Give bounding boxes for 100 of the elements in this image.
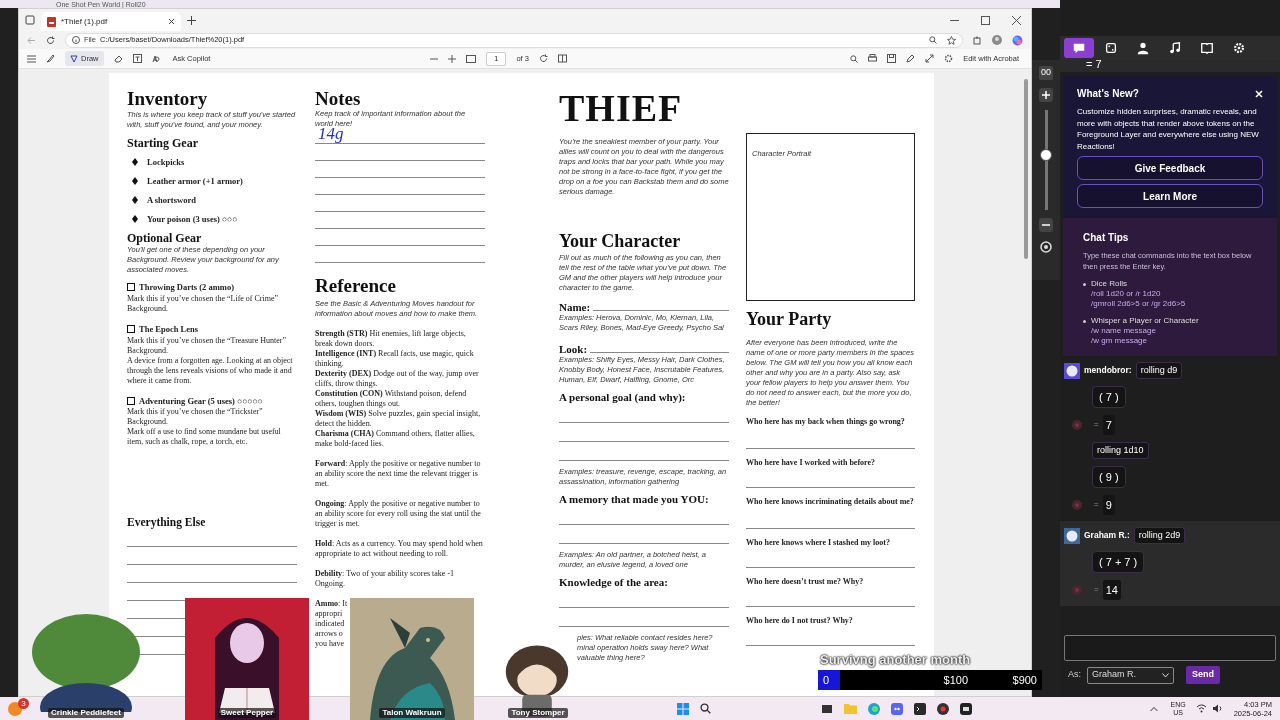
settings-icon[interactable] — [944, 54, 954, 63]
person-icon — [1136, 41, 1150, 55]
checkbox[interactable] — [127, 396, 135, 405]
close-icon[interactable] — [1012, 15, 1021, 25]
start-icon[interactable] — [677, 702, 690, 715]
section-heading: Starting Gear — [127, 136, 199, 150]
copilot-icon[interactable] — [1012, 34, 1023, 46]
book-icon — [1200, 41, 1214, 55]
avatar-icon — [1064, 527, 1080, 544]
sender-name: Graham R.: — [1084, 529, 1130, 542]
card-button[interactable]: Learn More — [1077, 184, 1263, 208]
read-aloud-icon[interactable] — [151, 54, 163, 63]
eraser-icon[interactable] — [113, 54, 123, 63]
roll-label: rolling 2d9 — [1133, 527, 1186, 544]
caret-icon — [1162, 672, 1169, 678]
zoom-slider-thumb[interactable] — [1039, 149, 1052, 162]
target-icon[interactable] — [1039, 239, 1053, 254]
dice-icon — [1104, 41, 1118, 55]
card-text: Customize hidden surprises, dramatic reveals, and more with objects that render above tokens on the Foreground Layer and everywhere else using NEW Reactions! — [1077, 106, 1260, 152]
roll-total: 7 — [1102, 415, 1115, 435]
term-fragment: you have — [315, 639, 346, 649]
card-button[interactable]: Give Feedback — [1077, 156, 1263, 180]
stat-description: Intelligence (INT) Recall facts, use magic, quick thinking. — [315, 349, 475, 369]
checkbox[interactable] — [127, 325, 135, 334]
search-icon[interactable] — [929, 36, 938, 44]
app-icon[interactable] — [960, 702, 973, 715]
dice-roll: ( 7 + 7 ) — [1092, 551, 1145, 573]
task-view-icon[interactable] — [821, 702, 834, 715]
gear-item: A shortsword — [147, 193, 196, 207]
command-text: /w gm message — [1091, 336, 1149, 346]
print-icon[interactable] — [868, 54, 878, 63]
search-icon[interactable] — [700, 703, 712, 714]
page-view-icon[interactable] — [557, 54, 567, 63]
checkbox[interactable] — [127, 283, 135, 292]
save-icon[interactable] — [887, 54, 897, 63]
command-text: /gmroll 2d6>5 or /gr 2d6>5 — [1091, 299, 1186, 309]
refresh-icon[interactable] — [45, 35, 55, 45]
maximize-icon[interactable] — [981, 15, 990, 25]
section-heading: Everything Else — [127, 515, 207, 530]
profile-icon[interactable] — [992, 35, 1003, 45]
equals-sign: = — [1094, 584, 1099, 596]
diamond-bullet-icon — [132, 196, 138, 204]
streamer-name: Tony Stomper — [508, 708, 568, 718]
zoom-out-icon[interactable] — [1039, 217, 1053, 232]
goal-title: Survivng another month — [820, 651, 971, 670]
fit-page-icon[interactable] — [466, 54, 477, 63]
puzzle-icon[interactable] — [973, 35, 983, 45]
gear-option-text: A device from a forgotten age. Looking at an object through the lens reveals visions of who made it and where it came from. — [127, 355, 294, 386]
roll-label: rolling 1d10 — [1092, 442, 1149, 459]
text-box-icon[interactable] — [132, 54, 142, 63]
gear-option-title: The Epoch Lens — [139, 322, 199, 336]
browser-tab[interactable]: *Thief (1).pdf — [41, 12, 181, 31]
wifi-icon[interactable] — [1195, 704, 1207, 713]
speaker-label: As: — [1068, 668, 1081, 682]
diamond-bullet-icon — [132, 215, 138, 223]
expand-icon[interactable] — [925, 54, 935, 63]
weather-icon[interactable] — [8, 701, 22, 716]
chat-input-field[interactable] — [1064, 635, 1276, 661]
term-fragment: Ammo: It — [315, 599, 349, 609]
sender-name: mendobror: — [1084, 364, 1132, 377]
command-text: /w name message — [1091, 326, 1157, 336]
app-icon[interactable] — [937, 702, 950, 715]
gear-option-title: Throwing Darts (2 ammo) — [139, 281, 234, 294]
terminal-icon[interactable] — [914, 702, 927, 715]
field-label: Look: — [559, 343, 588, 355]
zoom-in-icon[interactable] — [1039, 87, 1053, 102]
streamer-name: Sweet Pepper — [217, 708, 277, 718]
highlighter-icon[interactable] — [46, 54, 55, 63]
term-fragment: indicated — [315, 619, 346, 629]
bullet-icon — [1083, 320, 1086, 323]
gear-option-text: Mark this if you’ve chosen the “Life of Crime” Background. — [127, 293, 280, 314]
chat-app-icon[interactable] — [891, 702, 904, 715]
gear-option-text: Mark this if you’ve chosen the “Trickster” Background. — [127, 407, 264, 428]
field-label: A memory that made you YOU: — [559, 493, 710, 506]
speaker-icon[interactable] — [1212, 704, 1224, 713]
edit-icon[interactable] — [906, 54, 916, 63]
close-icon[interactable] — [168, 18, 175, 25]
rotate-icon[interactable] — [538, 54, 548, 63]
roll-total: 14 — [1102, 580, 1121, 600]
star-icon[interactable] — [947, 35, 957, 45]
speaker-select[interactable]: Graham R. — [1087, 666, 1174, 684]
stat-description: Strength (STR) Hit enemies, lift large objects, break down doors. — [315, 329, 467, 349]
streamer-name: Crinkle Peddlefeet — [48, 708, 124, 718]
section-heading: Reference — [315, 276, 397, 296]
goal-end: $900 — [1012, 672, 1037, 688]
send-button[interactable]: Send — [1186, 666, 1221, 684]
roll-total: 9 — [1102, 495, 1115, 515]
party-question: Who here have I worked with before? — [746, 458, 877, 468]
section-heading: Optional Gear — [127, 231, 203, 245]
tab-actions-icon[interactable] — [25, 15, 35, 25]
chevron-up-icon[interactable] — [1150, 705, 1159, 712]
zoom-level: 00 — [1039, 66, 1053, 80]
roll-result: = 7 — [1086, 60, 1102, 72]
term-description: Hold: Acts as a currency. You may spend hold when appropriate to act without needing to roll. — [315, 539, 484, 559]
tab-title: *Thief (1).pdf — [61, 15, 109, 28]
search-icon[interactable] — [850, 54, 859, 63]
bullet-icon — [1083, 283, 1086, 286]
new-tab-icon[interactable] — [187, 15, 196, 25]
sidebar-tab[interactable] — [1064, 38, 1094, 58]
scrollbar-thumb[interactable] — [1024, 79, 1028, 259]
